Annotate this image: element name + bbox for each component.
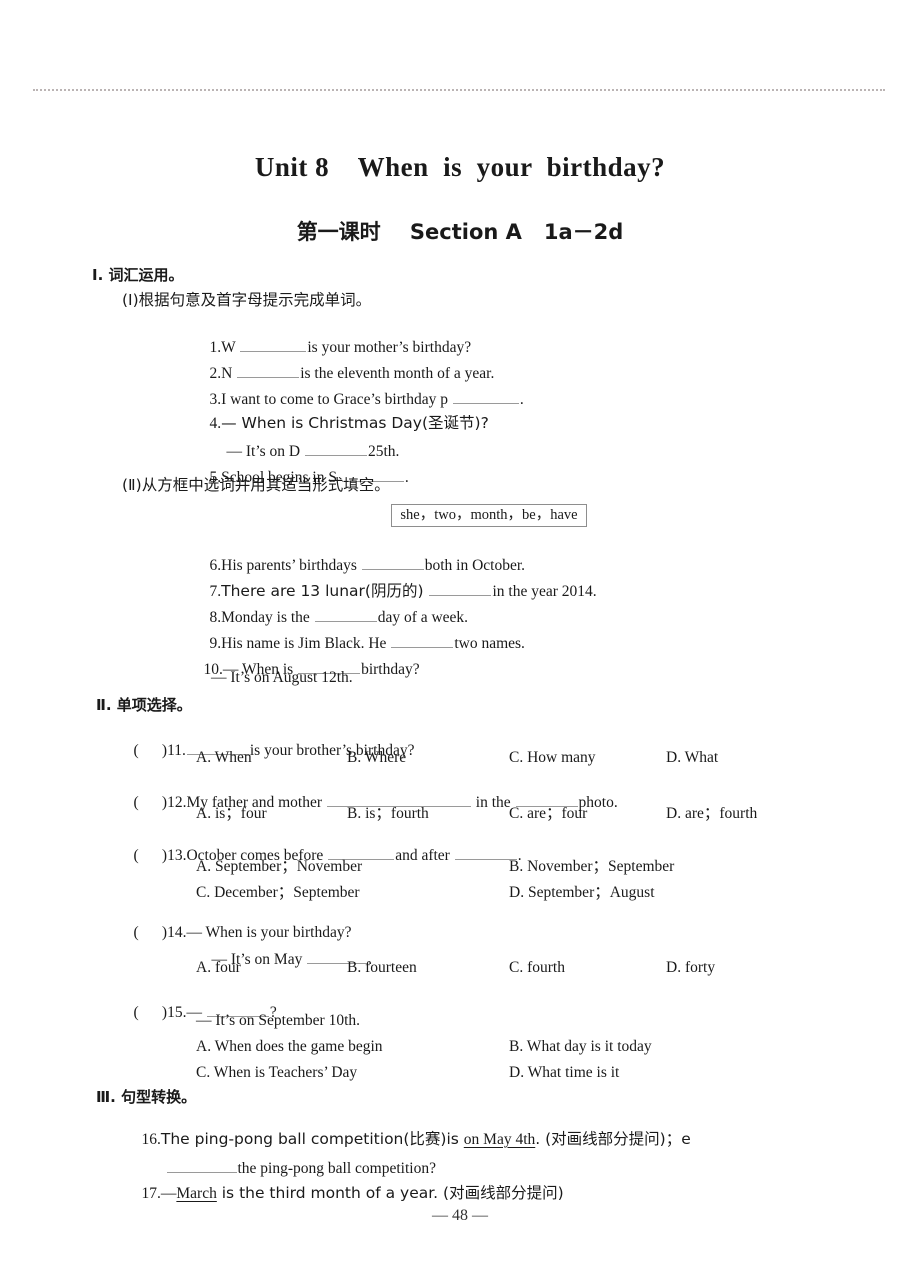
question-17-underlined-phrase: March [176,1184,217,1202]
question-12-option-d[interactable]: D. are；fourth [666,801,757,823]
section-heading-2: Ⅱ. 单项选择。 [96,696,192,714]
question-14-option-c[interactable]: C. fourth [509,959,565,977]
question-12-option-c[interactable]: C. are；four [509,801,587,823]
question-14-option-a[interactable]: A. four [196,959,241,977]
question-17-number: 17. [141,1184,161,1202]
page-top-dotted-rule [33,89,885,93]
question-11-option-d[interactable]: D. What [666,749,718,767]
question-17-text-a: — [160,1184,177,1202]
question-11-option-b[interactable]: B. Where [347,749,406,767]
word-bank-box: she，two，month，be，have [391,504,587,527]
question-15-option-c[interactable]: C. When is Teachers’ Day [196,1064,357,1082]
question-3-post: . [519,390,524,408]
question-13-option-b[interactable]: B. November；September [509,854,674,876]
question-14-option-b[interactable]: B. fourteen [347,959,417,977]
section-heading-1: Ⅰ. 词汇运用。 [92,266,184,284]
page-number: — 48 — [432,1207,488,1224]
question-7-post: in the year 2014. [492,582,597,600]
question-15-answer-line: — It’s on September 10th. [196,1012,361,1029]
lesson-title: 第一课时 Section A 1a－2d [296,220,624,244]
question-15-option-d[interactable]: D. What time is it [509,1064,619,1082]
question-9-post: two names. [454,634,525,652]
question-15-choice-paren[interactable]: ( )15. [134,1004,187,1021]
question-12-choice-paren[interactable]: ( )12. [134,794,187,811]
question-5-post: . [404,468,409,486]
question-12-option-a[interactable]: A. is；four [196,801,267,823]
subsection-heading-1-2: (Ⅱ)从方框中选词并用其适当形式填空。 [122,476,390,494]
question-13-option-c[interactable]: C. December；September [196,880,360,902]
question-10-post: birthday? [361,660,420,678]
question-12-option-b[interactable]: B. is；fourth [347,801,429,823]
question-14-choice-paren[interactable]: ( )14. [134,924,187,941]
question-15-option-a[interactable]: A. When does the game begin [196,1038,383,1056]
subsection-heading-1-1: (Ⅰ)根据句意及首字母提示完成单词。 [122,291,372,309]
section-heading-3: Ⅲ. 句型转换。 [96,1088,197,1106]
question-14-option-d[interactable]: D. forty [666,959,715,977]
question-13-choice-paren[interactable]: ( )13. [134,847,187,864]
question-13-stem-mid: and after [395,847,454,864]
question-17-text-b: is the third month of a year. (对画线部分提问) [216,1183,564,1202]
question-13-option-d[interactable]: D. September；August [509,880,655,902]
question-15-option-b[interactable]: B. What day is it today [509,1038,652,1056]
question-13-blank-2[interactable] [454,846,517,860]
question-16-text-b: . (对画线部分提问)；e [535,1129,691,1148]
question-11-option-c[interactable]: C. How many [509,749,596,767]
question-16-underlined-phrase: on May 4th [463,1130,536,1148]
question-11-option-a[interactable]: A. When [196,749,252,767]
unit-title: Unit 8 When is your birthday? [254,152,666,182]
question-11-choice-paren[interactable]: ( )11. [134,742,186,759]
worksheet-page: Unit 8 When is your birthday? 第一课时 Secti… [0,0,920,1282]
question-10-line-2: — It’s on August 12th. [211,669,353,686]
question-13-option-a[interactable]: A. September；November [196,854,362,876]
